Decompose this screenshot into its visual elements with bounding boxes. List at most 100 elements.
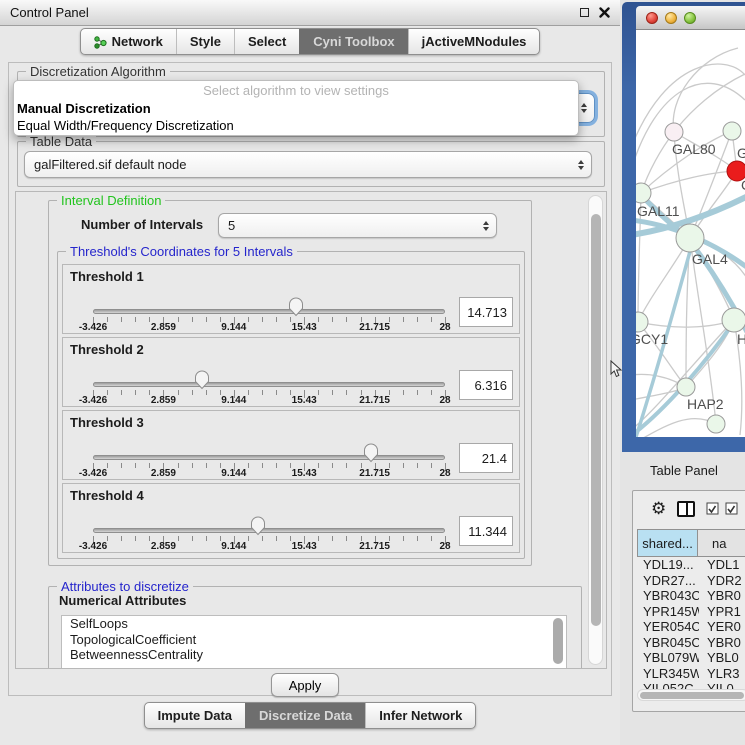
- slider-track[interactable]: [93, 528, 445, 533]
- slider-tick: [206, 463, 207, 468]
- threshold-value-input[interactable]: 11.344: [459, 516, 513, 546]
- mouse-cursor: [610, 360, 623, 379]
- network-node-gal80[interactable]: [665, 123, 683, 141]
- slider-thumb[interactable]: [288, 297, 304, 317]
- apply-button[interactable]: Apply: [271, 673, 339, 697]
- slider-tick: [417, 463, 418, 468]
- slider-tick-label: -3.426: [79, 541, 107, 552]
- slider-thumb[interactable]: [363, 443, 379, 463]
- dropdown-option-equal-width[interactable]: Equal Width/Frequency Discretization: [14, 117, 578, 134]
- slider-tick: [248, 317, 249, 322]
- network-node-gcy1[interactable]: [636, 312, 648, 332]
- tab-jactivemnodules[interactable]: jActiveMNodules: [408, 29, 540, 54]
- table-row[interactable]: YPR145WYPR1: [637, 604, 745, 620]
- slider-thumb[interactable]: [194, 370, 210, 390]
- float-window-icon[interactable]: [580, 8, 589, 17]
- slider-track[interactable]: [93, 382, 445, 387]
- close-traffic-light-icon[interactable]: [646, 12, 658, 24]
- interval-definition-group: Interval Definition Number of Intervals …: [48, 200, 532, 566]
- bottom-tab-discretize-data[interactable]: Discretize Data: [245, 703, 365, 728]
- tab-select[interactable]: Select: [234, 29, 299, 54]
- algorithm-dropdown-popup: Select algorithm to view settings Manual…: [13, 80, 579, 136]
- slider-tick-label: 9.144: [221, 541, 246, 552]
- attribute-item[interactable]: TopologicalCoefficient: [62, 632, 566, 648]
- slider-tick: [135, 463, 136, 468]
- split-columns-icon[interactable]: [677, 501, 695, 517]
- slider-tick: [403, 536, 404, 541]
- slider-tick: [262, 390, 263, 395]
- tab-cyni-toolbox[interactable]: Cyni Toolbox: [299, 29, 407, 54]
- tab-label: Style: [190, 34, 221, 49]
- cell-name: YBL0: [699, 650, 745, 666]
- threshold-panel-2: Threshold 2-3.4262.8599.14415.4321.71528…: [62, 337, 520, 407]
- slider-tick-label: 15.43: [292, 322, 317, 333]
- threshold-value-input[interactable]: 14.713: [459, 297, 513, 327]
- table-panel-title: Table Panel: [650, 463, 718, 478]
- dropdown-option-manual[interactable]: Manual Discretization: [14, 100, 578, 117]
- slider-tick: [206, 536, 207, 541]
- network-node-hap2[interactable]: [677, 378, 695, 396]
- network-node[interactable]: [707, 415, 725, 433]
- checkbox-icon[interactable]: [706, 502, 720, 516]
- slider-tick: [276, 317, 277, 322]
- slider-tick: [403, 317, 404, 322]
- slider-tick: [121, 390, 122, 395]
- network-graph: GAL80GACGAL11GAL4GCY1HHAP2: [636, 30, 745, 437]
- table-row[interactable]: YBR045CYBR0: [637, 635, 745, 651]
- panel-scrollbar-thumb[interactable]: [591, 214, 601, 626]
- network-node-ga[interactable]: [723, 122, 741, 140]
- slider-tick-label: 9.144: [221, 395, 246, 406]
- table-horizontal-scrollbar[interactable]: [637, 689, 745, 701]
- threshold-value-input[interactable]: 21.4: [459, 443, 513, 473]
- panel-scrollbar[interactable]: [588, 195, 603, 665]
- attributes-legend: Attributes to discretize: [57, 579, 193, 594]
- table-row[interactable]: YER054CYER0: [637, 619, 745, 635]
- tab-network[interactable]: Network: [81, 29, 176, 54]
- cell-name: YBR0: [699, 635, 745, 651]
- minimize-traffic-light-icon[interactable]: [665, 12, 677, 24]
- slider-track[interactable]: [93, 309, 445, 314]
- table-data-combo-value: galFiltered.sif default node: [34, 157, 186, 172]
- table-row[interactable]: YBL079WYBL0: [637, 650, 745, 666]
- attribute-item[interactable]: BetweennessCentrality: [62, 647, 566, 663]
- bottom-tab-infer-network[interactable]: Infer Network: [365, 703, 475, 728]
- gear-icon[interactable]: ⚙: [651, 501, 666, 518]
- table-row[interactable]: YDL19...YDL1: [637, 557, 745, 573]
- checkbox-icon[interactable]: [725, 502, 739, 516]
- slider-tick-label: 21.715: [359, 322, 390, 333]
- slider-tick-label: 28: [439, 395, 450, 406]
- table-row[interactable]: YLR345WYLR3: [637, 666, 745, 682]
- threshold-value-input[interactable]: 6.316: [459, 370, 513, 400]
- network-canvas[interactable]: GAL80GACGAL11GAL4GCY1HHAP2: [636, 30, 745, 437]
- tab-style[interactable]: Style: [176, 29, 234, 54]
- number-of-intervals-combo[interactable]: 5: [218, 213, 497, 238]
- network-node-gal4[interactable]: [676, 224, 704, 252]
- table-row[interactable]: YBR043CYBR0: [637, 588, 745, 604]
- slider-tick: [135, 317, 136, 322]
- table-horizontal-scrollbar-thumb[interactable]: [640, 692, 744, 699]
- zoom-traffic-light-icon[interactable]: [684, 12, 696, 24]
- table-data-combo[interactable]: galFiltered.sif default node: [24, 151, 592, 178]
- column-header-name[interactable]: na: [698, 529, 745, 557]
- cell-name: YIL0: [699, 681, 745, 689]
- slider-track[interactable]: [93, 455, 445, 460]
- column-header-shared-name[interactable]: shared...: [637, 529, 698, 557]
- slider-tick: [178, 390, 179, 395]
- table-row[interactable]: YIL052CYIL0: [637, 681, 745, 689]
- slider-tick-label: 2.859: [151, 395, 176, 406]
- slider-tick: [346, 317, 347, 322]
- slider-ticks: [93, 317, 445, 325]
- network-node-h[interactable]: [722, 308, 745, 332]
- cell-shared-name: YIL052C: [637, 681, 699, 689]
- network-node-gal11[interactable]: [636, 183, 651, 203]
- table-row[interactable]: YDR27...YDR2: [637, 573, 745, 589]
- slider-ticks: [93, 390, 445, 398]
- bottom-tab-impute-data[interactable]: Impute Data: [145, 703, 245, 728]
- slider-tick: [318, 317, 319, 322]
- numerical-attributes-list[interactable]: SelfLoopsTopologicalCoefficientBetweenne…: [61, 615, 567, 669]
- slider-thumb[interactable]: [250, 516, 266, 536]
- attributes-list-scrollbar[interactable]: [553, 618, 563, 664]
- attribute-item[interactable]: SelfLoops: [62, 616, 566, 632]
- close-icon[interactable]: [599, 7, 610, 18]
- slider-tick: [431, 463, 432, 468]
